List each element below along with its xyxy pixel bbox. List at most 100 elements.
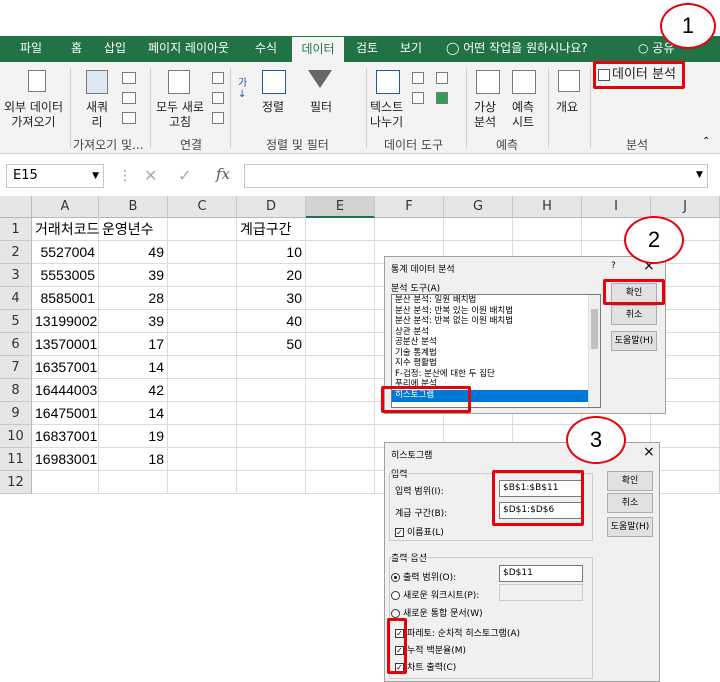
cell-B9[interactable]: 14 — [99, 402, 168, 425]
cell-D3[interactable]: 20 — [237, 264, 306, 287]
refresh-all-button[interactable]: 모두 새로 고침 — [156, 100, 204, 130]
cell-D12[interactable] — [237, 471, 306, 494]
enter-icon[interactable]: ✓ — [178, 166, 191, 185]
column-header-F[interactable]: F — [375, 196, 444, 218]
column-header-J[interactable]: J — [651, 196, 720, 218]
cell-B2[interactable]: 49 — [99, 241, 168, 264]
help-icon[interactable]: ? — [611, 261, 616, 271]
cell-D8[interactable] — [237, 379, 306, 402]
text-to-columns-button[interactable]: 텍스트 나누기 — [370, 100, 403, 130]
list-scrollbar[interactable] — [588, 295, 600, 407]
cell-B1[interactable]: 운영년수 — [99, 218, 168, 241]
cell-B6[interactable]: 17 — [99, 333, 168, 356]
cell-C1[interactable] — [168, 218, 237, 241]
tab-home[interactable]: 홈 — [71, 36, 82, 62]
column-header-D[interactable]: D — [237, 196, 306, 218]
cell-A2[interactable]: 5527004 — [32, 241, 99, 264]
cell-B4[interactable]: 28 — [99, 287, 168, 310]
cell-C2[interactable] — [168, 241, 237, 264]
what-if-analysis-button[interactable]: 가상 분석 — [474, 100, 496, 130]
cell-A12[interactable] — [32, 471, 99, 494]
cell-D1[interactable]: 계급구간 — [237, 218, 306, 241]
sort-az-icon[interactable]: 가↓ — [238, 74, 252, 100]
cell-B3[interactable]: 39 — [99, 264, 168, 287]
insert-function-button[interactable]: fx — [216, 165, 230, 183]
analysis-tool-item[interactable]: 공분산 분석 — [392, 337, 588, 348]
row-header-4[interactable]: 4 — [0, 287, 32, 310]
analysis-tool-item[interactable]: 상관 분석 — [392, 327, 588, 338]
cell-B7[interactable]: 14 — [99, 356, 168, 379]
pareto-checkbox[interactable]: ✓ 파레토: 순차적 히스토그램(A) — [395, 626, 520, 639]
cell-E5[interactable] — [306, 310, 375, 333]
cell-B8[interactable]: 42 — [99, 379, 168, 402]
column-header-C[interactable]: C — [168, 196, 237, 218]
cell-E12[interactable] — [306, 471, 375, 494]
cell-A8[interactable]: 16444003 — [32, 379, 99, 402]
cell-E4[interactable] — [306, 287, 375, 310]
analysis-tool-item[interactable]: 분산 분석: 반복 없는 이원 배치법 — [392, 316, 588, 327]
column-header-E[interactable]: E — [306, 196, 375, 218]
cell-D5[interactable]: 40 — [237, 310, 306, 333]
cancel-button[interactable]: 취소 — [607, 493, 653, 513]
column-header-G[interactable]: G — [444, 196, 513, 218]
collapse-ribbon-icon[interactable]: ⌃ — [702, 136, 710, 147]
row-header-9[interactable]: 9 — [0, 402, 32, 425]
cell-E10[interactable] — [306, 425, 375, 448]
get-external-data-button[interactable]: 외부 데이터 가져오기 — [4, 100, 63, 130]
row-header-5[interactable]: 5 — [0, 310, 32, 333]
row-header-12[interactable]: 12 — [0, 471, 32, 494]
column-header-B[interactable]: B — [99, 196, 168, 218]
cell-A10[interactable]: 16837001 — [32, 425, 99, 448]
cell-C7[interactable] — [168, 356, 237, 379]
cell-A3[interactable]: 5553005 — [32, 264, 99, 287]
expand-formula-icon[interactable]: ▼ — [696, 170, 703, 180]
cell-B10[interactable]: 19 — [99, 425, 168, 448]
analysis-tool-item[interactable]: F-검정: 분산에 대한 두 집단 — [392, 369, 588, 380]
select-all-corner[interactable] — [0, 196, 32, 218]
close-icon[interactable]: × — [643, 444, 655, 460]
labels-checkbox[interactable]: ✓ 이름표(L) — [395, 525, 444, 538]
row-header-3[interactable]: 3 — [0, 264, 32, 287]
tab-formulas[interactable]: 수식 — [255, 36, 277, 62]
analysis-tool-item[interactable]: 분산 분석: 일원 배치법 — [392, 295, 588, 306]
tab-file[interactable]: 파일 — [20, 36, 42, 62]
analysis-tool-item[interactable]: 지수 평활법 — [392, 358, 588, 369]
cell-E6[interactable] — [306, 333, 375, 356]
cell-A11[interactable]: 16983001 — [32, 448, 99, 471]
row-header-1[interactable]: 1 — [0, 218, 32, 241]
tab-review[interactable]: 검토 — [356, 36, 378, 62]
row-header-8[interactable]: 8 — [0, 379, 32, 402]
cell-E9[interactable] — [306, 402, 375, 425]
new-query-button[interactable]: 새쿼 리 — [86, 100, 108, 130]
cell-D10[interactable] — [237, 425, 306, 448]
tab-data[interactable]: 데이터 — [292, 36, 344, 62]
cell-C6[interactable] — [168, 333, 237, 356]
ok-button[interactable]: 확인 — [607, 471, 653, 491]
cell-C8[interactable] — [168, 379, 237, 402]
cell-J12[interactable] — [651, 471, 720, 494]
cell-E2[interactable] — [306, 241, 375, 264]
cell-C4[interactable] — [168, 287, 237, 310]
outline-button[interactable]: 개요 — [556, 100, 578, 115]
cell-C11[interactable] — [168, 448, 237, 471]
forecast-sheet-button[interactable]: 예측 시트 — [512, 100, 534, 130]
cell-F1[interactable] — [375, 218, 444, 241]
cell-A7[interactable]: 16357001 — [32, 356, 99, 379]
cell-B11[interactable]: 18 — [99, 448, 168, 471]
cell-C10[interactable] — [168, 425, 237, 448]
cell-A9[interactable]: 16475001 — [32, 402, 99, 425]
sort-button[interactable]: 정렬 — [262, 100, 284, 115]
new-worksheet-field[interactable] — [499, 584, 583, 601]
cell-J11[interactable] — [651, 448, 720, 471]
row-header-10[interactable]: 10 — [0, 425, 32, 448]
cell-A5[interactable]: 13199002 — [32, 310, 99, 333]
tell-me-box[interactable]: ◯ 어떤 작업을 원하시나요? — [446, 36, 588, 62]
cell-B5[interactable]: 39 — [99, 310, 168, 333]
help-button[interactable]: 도움말(H) — [611, 331, 657, 351]
analysis-tool-item[interactable]: 분산 분석: 반복 있는 이원 배치법 — [392, 306, 588, 317]
cancel-icon[interactable]: ✕ — [144, 166, 157, 185]
output-range-field[interactable]: $D$11 — [499, 565, 583, 582]
column-header-I[interactable]: I — [582, 196, 651, 218]
tab-page-layout[interactable]: 페이지 레이아웃 — [148, 36, 229, 62]
row-header-6[interactable]: 6 — [0, 333, 32, 356]
